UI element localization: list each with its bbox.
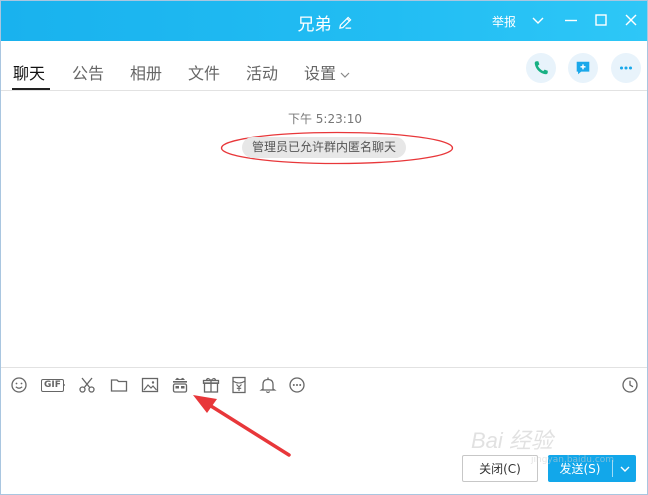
- input-toolbar: GIF: [1, 367, 647, 401]
- tab-settings-label: 设置: [304, 64, 337, 83]
- maximize-icon[interactable]: [592, 11, 610, 29]
- voice-call-button[interactable]: [526, 53, 556, 83]
- emoji-icon[interactable]: [9, 376, 29, 394]
- tab-settings[interactable]: 设置: [304, 60, 350, 84]
- gif-icon[interactable]: GIF: [41, 376, 65, 394]
- active-tab-indicator: [12, 88, 50, 90]
- more-options-button[interactable]: [611, 53, 641, 83]
- edit-icon[interactable]: [338, 15, 353, 30]
- tab-files[interactable]: 文件: [188, 60, 220, 84]
- message-area[interactable]: 下午 5:23:10 管理员已允许群内匿名聊天: [1, 92, 647, 367]
- tab-bar: 聊天 公告 相册 文件 活动 设置: [1, 41, 647, 91]
- watermark-text: Bai 经验: [471, 428, 553, 453]
- window-title: 兄弟: [1, 10, 647, 35]
- report-link[interactable]: 举报: [492, 13, 516, 30]
- minimize-icon[interactable]: [562, 11, 580, 29]
- folder-icon[interactable]: [109, 376, 129, 394]
- chevron-down-icon: [340, 72, 350, 78]
- chat-window: 兄弟 举报 聊天 公告 相册 文件 活动 设置 下午 5:23:10 管理员已允…: [0, 0, 648, 495]
- close-icon[interactable]: [622, 11, 640, 29]
- chevron-down-icon[interactable]: [529, 11, 547, 29]
- scissors-icon[interactable]: [77, 376, 97, 394]
- new-message-button[interactable]: [568, 53, 598, 83]
- add-chat-icon: [576, 61, 590, 75]
- system-notice: 管理员已允许群内匿名聊天: [220, 131, 454, 165]
- annotation-arrow: [193, 395, 291, 457]
- tab-announcement[interactable]: 公告: [72, 60, 104, 84]
- message-timestamp: 下午 5:23:10: [287, 112, 363, 126]
- tab-activities[interactable]: 活动: [246, 60, 278, 84]
- watermark-subtext: jingyan.baidu.com: [531, 455, 615, 465]
- more-icon: [619, 66, 633, 70]
- watermark: Bai 经验 jingyan.baidu.com: [471, 415, 641, 475]
- system-message: 管理员已允许群内匿名聊天: [242, 137, 407, 158]
- title-bar: 兄弟 举报: [1, 1, 647, 41]
- phone-icon: [534, 61, 548, 75]
- image-icon[interactable]: [140, 376, 160, 394]
- history-clock-icon[interactable]: [620, 376, 640, 394]
- tab-chat[interactable]: 聊天: [13, 60, 45, 84]
- tab-album[interactable]: 相册: [130, 60, 162, 84]
- group-name: 兄弟: [297, 15, 332, 35]
- gif-label: GIF: [41, 378, 64, 392]
